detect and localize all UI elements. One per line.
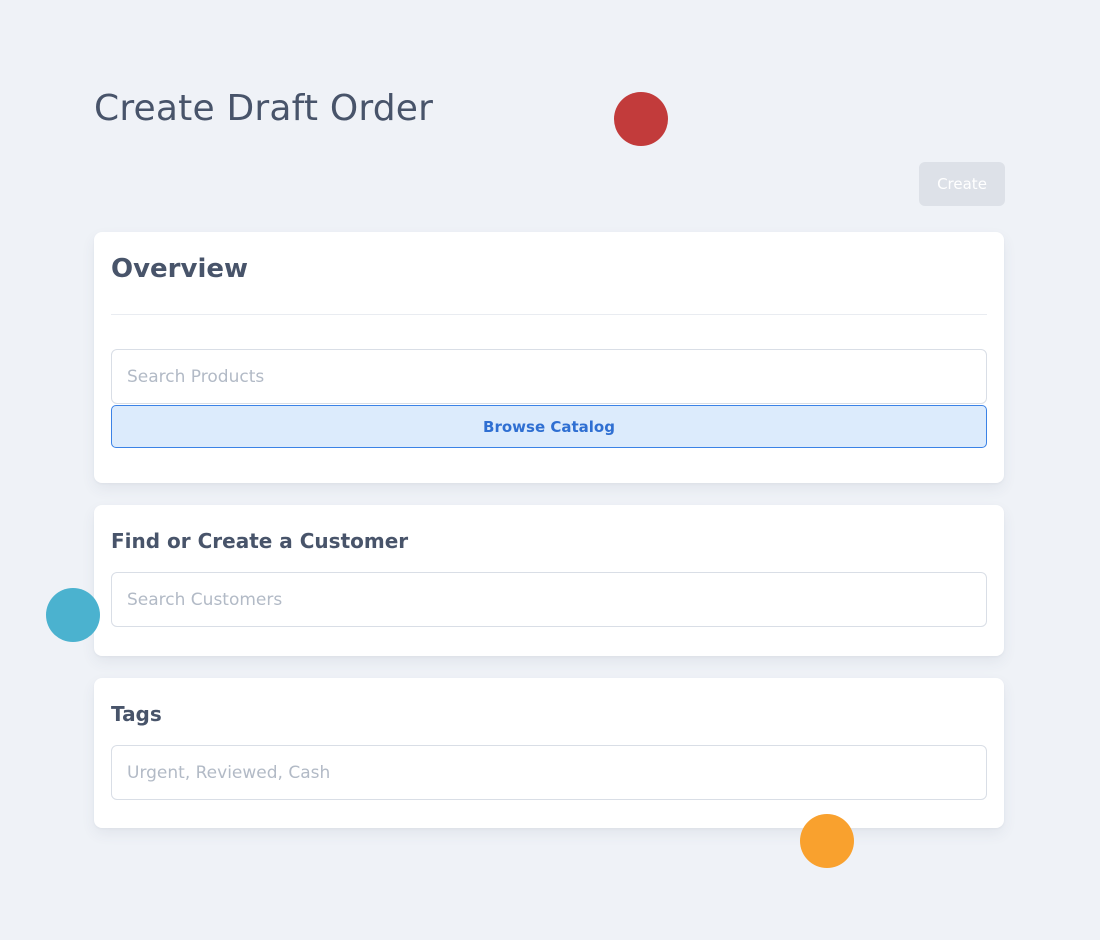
tags-card: Tags — [94, 678, 1004, 828]
tags-heading: Tags — [111, 702, 162, 726]
tags-input[interactable] — [111, 745, 987, 800]
overview-card: Overview Browse Catalog — [94, 232, 1004, 483]
product-search-input[interactable] — [111, 349, 987, 404]
customer-card: Find or Create a Customer — [94, 505, 1004, 656]
create-button[interactable]: Create — [919, 162, 1005, 206]
page-title: Create Draft Order — [94, 88, 434, 129]
overview-heading: Overview — [111, 254, 249, 284]
red-dot — [614, 92, 668, 146]
browse-catalog-button[interactable]: Browse Catalog — [111, 405, 987, 448]
customer-search-input[interactable] — [111, 572, 987, 627]
orange-dot — [800, 814, 854, 868]
overview-divider — [111, 314, 987, 315]
customer-heading: Find or Create a Customer — [111, 529, 409, 553]
blue-dot — [46, 588, 100, 642]
